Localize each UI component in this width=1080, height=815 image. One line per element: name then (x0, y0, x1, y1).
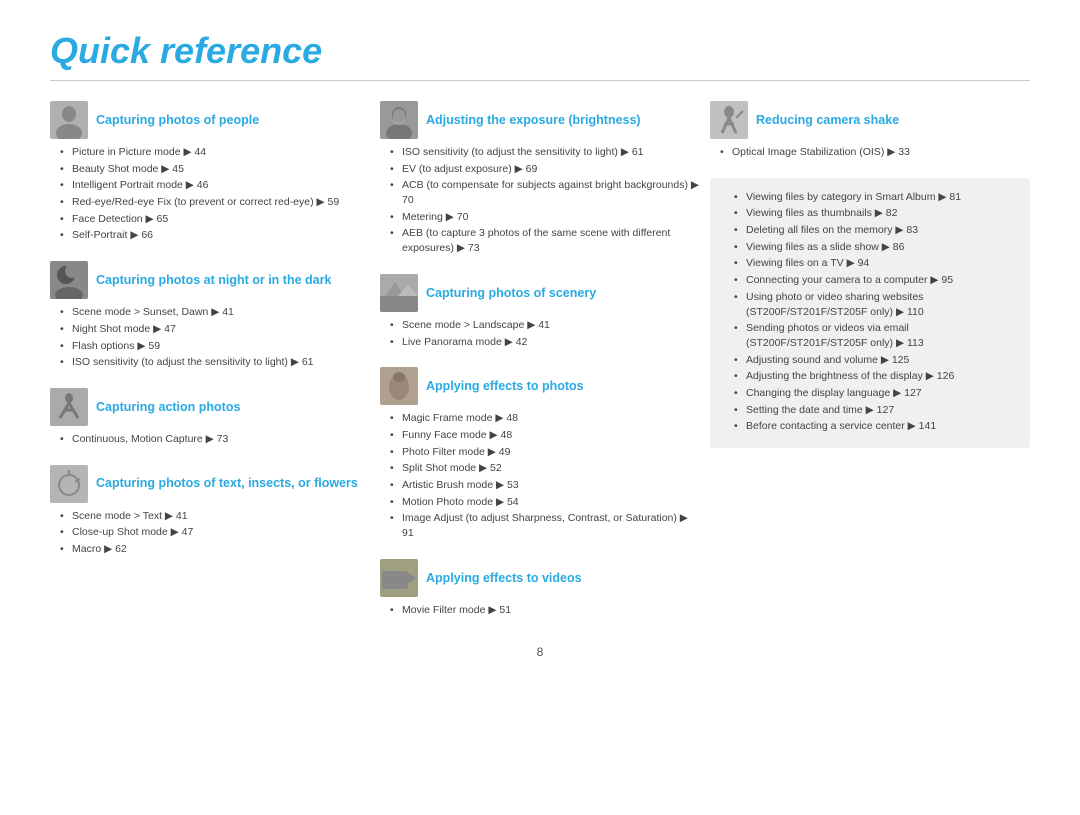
exposure-icon (380, 101, 418, 139)
list-item: Live Panorama mode ▶ 42 (390, 335, 700, 350)
list-shake: Optical Image Stabilization (OIS) ▶ 33 (710, 145, 1030, 160)
section-header-action: Capturing action photos (50, 388, 370, 426)
section-capturing-macro: Capturing photos of text, insects, or fl… (50, 465, 370, 557)
page-title: Quick reference (50, 30, 1030, 72)
list-item: Scene mode > Sunset, Dawn ▶ 41 (60, 305, 370, 320)
list-item: Viewing files on a TV ▶ 94 (734, 256, 1016, 271)
person-icon (50, 101, 88, 139)
section-capturing-people: Capturing photos of people Picture in Pi… (50, 101, 370, 243)
list-item: Scene mode > Landscape ▶ 41 (390, 318, 700, 333)
section-header-macro: Capturing photos of text, insects, or fl… (50, 465, 370, 503)
list-macro: Scene mode > Text ▶ 41 Close-up Shot mod… (50, 509, 370, 557)
effects-photos-icon (380, 367, 418, 405)
section-title-effects-videos: Applying effects to videos (426, 570, 582, 586)
list-item: Self-Portrait ▶ 66 (60, 228, 370, 243)
list-item: ISO sensitivity (to adjust the sensitivi… (60, 355, 370, 370)
list-item: Photo Filter mode ▶ 49 (390, 445, 700, 460)
list-item: Close-up Shot mode ▶ 47 (60, 525, 370, 540)
column-3: Reducing camera shake Optical Image Stab… (710, 101, 1030, 635)
list-scenery: Scene mode > Landscape ▶ 41 Live Panoram… (380, 318, 700, 349)
section-title-people: Capturing photos of people (96, 112, 259, 128)
list-night: Scene mode > Sunset, Dawn ▶ 41 Night Sho… (50, 305, 370, 370)
list-item: Beauty Shot mode ▶ 45 (60, 162, 370, 177)
list-item: Viewing files as thumbnails ▶ 82 (734, 206, 1016, 221)
list-item: Intelligent Portrait mode ▶ 46 (60, 178, 370, 193)
macro-icon (50, 465, 88, 503)
list-item: AEB (to capture 3 photos of the same sce… (390, 226, 700, 255)
list-item: Continuous, Motion Capture ▶ 73 (60, 432, 370, 447)
list-misc: Viewing files by category in Smart Album… (724, 190, 1016, 434)
section-title-night: Capturing photos at night or in the dark (96, 272, 331, 288)
list-item: Artistic Brush mode ▶ 53 (390, 478, 700, 493)
list-item: Using photo or video sharing websites (S… (734, 290, 1016, 319)
main-content: Capturing photos of people Picture in Pi… (50, 101, 1030, 635)
list-item: EV (to adjust exposure) ▶ 69 (390, 162, 700, 177)
section-effects-photos: Applying effects to photos Magic Frame m… (380, 367, 700, 541)
page-number: 8 (50, 645, 1030, 659)
list-item: Movie Filter mode ▶ 51 (390, 603, 700, 618)
list-item: Macro ▶ 62 (60, 542, 370, 557)
list-item: Deleting all files on the memory ▶ 83 (734, 223, 1016, 238)
column-1: Capturing photos of people Picture in Pi… (50, 101, 370, 635)
list-item: Motion Photo mode ▶ 54 (390, 495, 700, 510)
section-title-scenery: Capturing photos of scenery (426, 285, 596, 301)
section-header-exposure: Adjusting the exposure (brightness) (380, 101, 700, 139)
list-people: Picture in Picture mode ▶ 44 Beauty Shot… (50, 145, 370, 243)
list-item: Sending photos or videos via email (ST20… (734, 321, 1016, 350)
section-title-shake: Reducing camera shake (756, 112, 899, 128)
section-header-night: Capturing photos at night or in the dark (50, 261, 370, 299)
section-header-people: Capturing photos of people (50, 101, 370, 139)
section-header-scenery: Capturing photos of scenery (380, 274, 700, 312)
section-header-shake: Reducing camera shake (710, 101, 1030, 139)
list-item: Setting the date and time ▶ 127 (734, 403, 1016, 418)
list-item: Viewing files as a slide show ▶ 86 (734, 240, 1016, 255)
list-item: Changing the display language ▶ 127 (734, 386, 1016, 401)
list-item: Optical Image Stabilization (OIS) ▶ 33 (720, 145, 1030, 160)
list-item: Funny Face mode ▶ 48 (390, 428, 700, 443)
section-shake: Reducing camera shake Optical Image Stab… (710, 101, 1030, 160)
scenery-icon (380, 274, 418, 312)
list-item: Connecting your camera to a computer ▶ 9… (734, 273, 1016, 288)
list-item: Face Detection ▶ 65 (60, 212, 370, 227)
list-item: Image Adjust (to adjust Sharpness, Contr… (390, 511, 700, 540)
list-item: Red-eye/Red-eye Fix (to prevent or corre… (60, 195, 370, 210)
list-item: Viewing files by category in Smart Album… (734, 190, 1016, 205)
night-icon (50, 261, 88, 299)
shake-icon (710, 101, 748, 139)
list-effects-photos: Magic Frame mode ▶ 48 Funny Face mode ▶ … (380, 411, 700, 541)
section-capturing-action: Capturing action photos Continuous, Moti… (50, 388, 370, 447)
list-item: ACB (to compensate for subjects against … (390, 178, 700, 207)
list-item: Night Shot mode ▶ 47 (60, 322, 370, 337)
list-item: Magic Frame mode ▶ 48 (390, 411, 700, 426)
effects-videos-icon (380, 559, 418, 597)
section-exposure: Adjusting the exposure (brightness) ISO … (380, 101, 700, 256)
section-title-macro: Capturing photos of text, insects, or fl… (96, 475, 358, 491)
title-divider (50, 80, 1030, 81)
list-exposure: ISO sensitivity (to adjust the sensitivi… (380, 145, 700, 256)
list-item: Metering ▶ 70 (390, 210, 700, 225)
list-action: Continuous, Motion Capture ▶ 73 (50, 432, 370, 447)
section-title-action: Capturing action photos (96, 399, 240, 415)
list-item: Adjusting sound and volume ▶ 125 (734, 353, 1016, 368)
list-item: Before contacting a service center ▶ 141 (734, 419, 1016, 434)
section-title-effects-photos: Applying effects to photos (426, 378, 584, 394)
list-effects-videos: Movie Filter mode ▶ 51 (380, 603, 700, 618)
section-title-exposure: Adjusting the exposure (brightness) (426, 112, 641, 128)
misc-box: Viewing files by category in Smart Album… (710, 178, 1030, 448)
section-scenery: Capturing photos of scenery Scene mode >… (380, 274, 700, 349)
list-item: Scene mode > Text ▶ 41 (60, 509, 370, 524)
action-icon (50, 388, 88, 426)
section-header-effects-photos: Applying effects to photos (380, 367, 700, 405)
list-item: Adjusting the brightness of the display … (734, 369, 1016, 384)
section-header-effects-videos: Applying effects to videos (380, 559, 700, 597)
list-item: ISO sensitivity (to adjust the sensitivi… (390, 145, 700, 160)
list-item: Split Shot mode ▶ 52 (390, 461, 700, 476)
section-capturing-night: Capturing photos at night or in the dark… (50, 261, 370, 370)
section-effects-videos: Applying effects to videos Movie Filter … (380, 559, 700, 618)
column-2: Adjusting the exposure (brightness) ISO … (380, 101, 700, 635)
list-item: Picture in Picture mode ▶ 44 (60, 145, 370, 160)
list-item: Flash options ▶ 59 (60, 339, 370, 354)
